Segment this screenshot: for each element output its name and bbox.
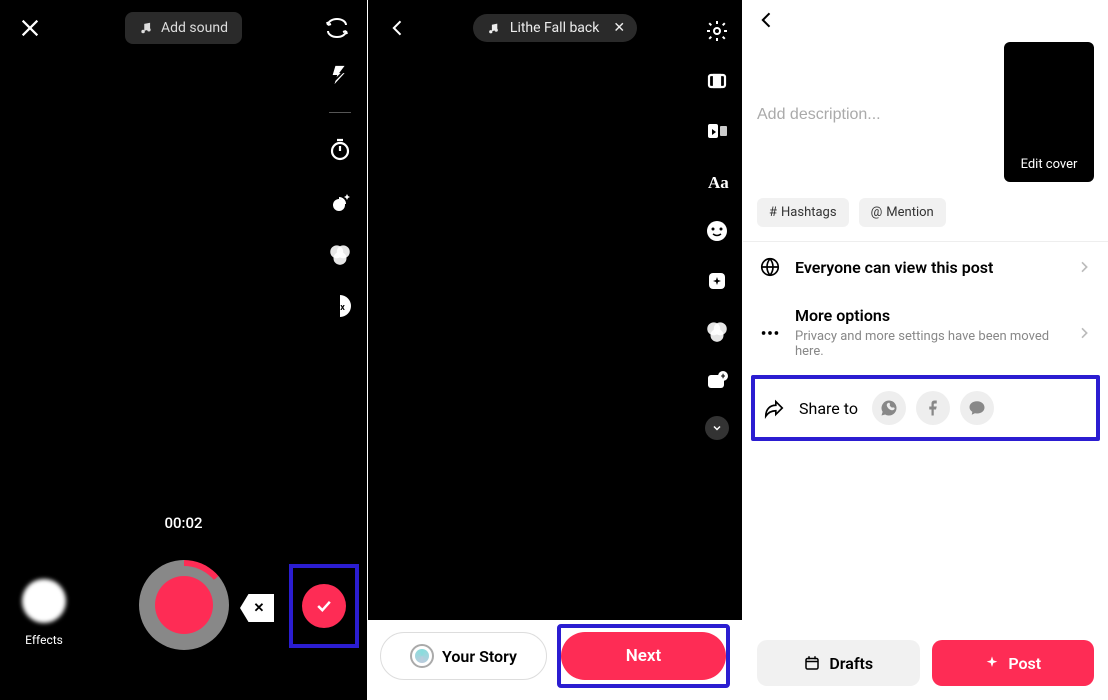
countdown-timer-icon[interactable]: [325, 135, 355, 165]
delete-clip-button[interactable]: [240, 594, 274, 622]
share-to-row: Share to: [755, 379, 1096, 437]
drafts-icon: [803, 654, 821, 672]
close-icon[interactable]: [14, 12, 46, 44]
drafts-label: Drafts: [829, 654, 873, 673]
message-share-icon[interactable]: [960, 391, 994, 425]
svg-text:Aa: Aa: [708, 173, 729, 192]
camera-right-toolbar: 1x: [325, 60, 355, 321]
text-icon[interactable]: Aa: [702, 166, 732, 196]
privacy-row[interactable]: Everyone can view this post: [743, 242, 1108, 292]
back-icon[interactable]: [382, 12, 414, 44]
post-bottom-bar: Drafts Post: [743, 626, 1108, 700]
more-options-row[interactable]: More options Privacy and more settings h…: [743, 292, 1108, 373]
share-to-label: Share to: [799, 399, 858, 418]
hash-icon: #: [769, 205, 777, 220]
filters-icon[interactable]: [325, 239, 355, 269]
expand-toolbar-icon[interactable]: [705, 416, 729, 440]
settings-gear-icon[interactable]: [702, 16, 732, 46]
ellipsis-icon: [759, 322, 781, 344]
svg-text:1x: 1x: [335, 303, 345, 313]
confirm-highlight-box: [289, 564, 359, 648]
privacy-title: Everyone can view this post: [795, 258, 1062, 277]
share-highlight-box: Share to: [751, 375, 1100, 441]
flip-camera-icon[interactable]: [321, 12, 353, 44]
whatsapp-share-icon[interactable]: [872, 391, 906, 425]
post-button[interactable]: Post: [932, 640, 1095, 686]
back-icon[interactable]: [757, 10, 781, 34]
crop-icon[interactable]: [702, 66, 732, 96]
description-input[interactable]: [757, 42, 992, 182]
music-note-icon: [487, 22, 500, 35]
filters-icon[interactable]: [702, 316, 732, 346]
flash-icon[interactable]: [325, 60, 355, 90]
next-highlight-box: Next: [557, 624, 730, 688]
music-note-icon: [139, 21, 153, 35]
next-label: Next: [626, 646, 662, 666]
globe-icon: [759, 256, 781, 278]
hashtags-chip[interactable]: # Hashtags: [757, 198, 849, 227]
post-sparkle-icon: [984, 655, 1000, 671]
effects-sparkle-icon[interactable]: [702, 266, 732, 296]
stickers-icon[interactable]: [702, 216, 732, 246]
templates-icon[interactable]: [702, 116, 732, 146]
add-sound-label: Add sound: [161, 20, 228, 36]
effects-preview-icon: [22, 579, 66, 623]
beauty-icon[interactable]: [325, 187, 355, 217]
effects-button[interactable]: Effects: [22, 579, 66, 648]
enhance-icon[interactable]: +: [702, 366, 732, 396]
add-sound-button[interactable]: Add sound: [125, 12, 242, 44]
your-story-button[interactable]: Your Story: [380, 632, 547, 680]
more-options-title: More options: [795, 306, 1062, 325]
next-button[interactable]: Next: [561, 632, 726, 680]
drafts-button[interactable]: Drafts: [757, 640, 920, 686]
your-story-label: Your Story: [442, 647, 517, 666]
chevron-right-icon: [1076, 259, 1092, 275]
chevron-right-icon: [1076, 325, 1092, 341]
post-label: Post: [1008, 654, 1041, 673]
post-screen: Edit cover # Hashtags @ Mention Everyone…: [743, 0, 1108, 700]
remove-sound-icon[interactable]: ✕: [609, 20, 629, 36]
edit-right-toolbar: Aa +: [702, 16, 732, 440]
selected-sound-chip[interactable]: Lithe Fall back ✕: [473, 14, 637, 42]
mention-chip[interactable]: @ Mention: [859, 198, 946, 227]
edit-cover-label: Edit cover: [1004, 157, 1094, 172]
story-ring-icon: [410, 644, 434, 668]
share-arrow-icon: [763, 397, 785, 419]
toolbar-separator: [329, 112, 351, 113]
recording-timer: 00:02: [164, 514, 202, 532]
camera-screen: Add sound 1x 00:02 Effects: [0, 0, 367, 700]
at-icon: @: [871, 205, 883, 220]
edit-bottom-bar: Your Story Next: [368, 620, 742, 700]
confirm-recording-button[interactable]: [302, 584, 346, 628]
record-button[interactable]: [139, 560, 229, 650]
hashtags-label: Hashtags: [781, 205, 837, 220]
svg-text:+: +: [721, 372, 726, 381]
mention-label: Mention: [886, 205, 933, 220]
check-icon: [314, 596, 334, 616]
speed-icon[interactable]: 1x: [325, 291, 355, 321]
edit-screen: Lithe Fall back ✕ Aa +: [368, 0, 742, 700]
selected-sound-name: Lithe Fall back: [510, 20, 599, 36]
cover-thumbnail[interactable]: Edit cover: [1004, 42, 1094, 182]
more-options-sub: Privacy and more settings have been move…: [795, 329, 1062, 359]
facebook-share-icon[interactable]: [916, 391, 950, 425]
effects-label: Effects: [25, 633, 63, 647]
